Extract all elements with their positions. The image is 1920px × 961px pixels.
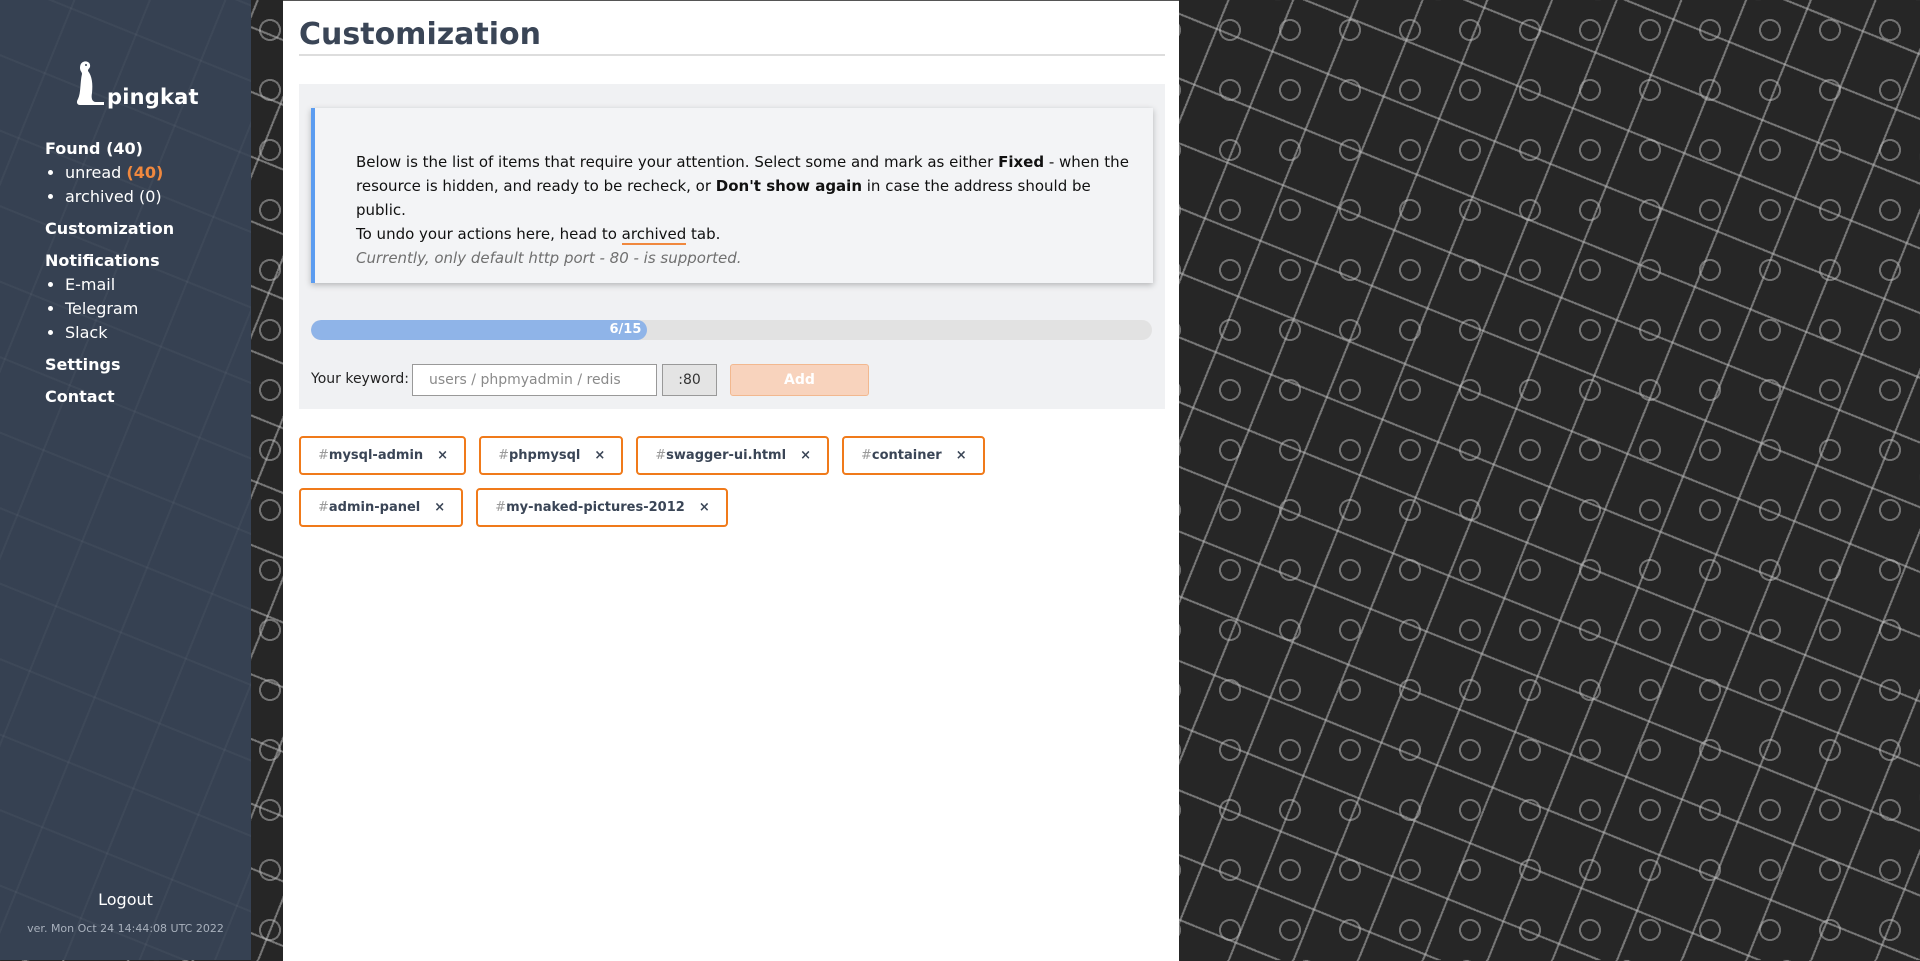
brand-logo[interactable]: pingkat: [74, 60, 199, 110]
close-icon[interactable]: ×: [699, 500, 710, 515]
sidebar-item-unread[interactable]: unread (40): [65, 161, 245, 185]
notifications-sublist: E-mail Telegram Slack: [45, 273, 245, 345]
logout-link[interactable]: Logout: [0, 890, 251, 909]
progress-bar: 6/15: [311, 320, 1152, 340]
page-title: Customization: [299, 17, 542, 52]
customization-panel: Below is the list of items that require …: [299, 84, 1165, 409]
tag-name: admin-panel: [328, 500, 421, 515]
add-keyword-button[interactable]: Add: [730, 364, 869, 396]
keyword-tag: #container ×: [841, 436, 985, 475]
keyword-tag: #mysql-admin ×: [299, 436, 467, 475]
close-icon[interactable]: ×: [800, 448, 811, 463]
brand-name: pingkat: [107, 85, 199, 109]
title-divider: [299, 54, 1165, 56]
info-notice: Below is the list of items that require …: [311, 108, 1153, 283]
sidebar-item-found[interactable]: Found (40): [45, 137, 245, 161]
tag-hash: #: [495, 500, 507, 515]
meerkat-logo-icon: [76, 61, 104, 105]
tag-hash: #: [860, 448, 872, 463]
tag-name: container: [871, 448, 942, 463]
close-icon[interactable]: ×: [594, 448, 605, 463]
tag-hash: #: [498, 448, 509, 463]
tag-name: my-naked-pictures-2012: [506, 500, 685, 515]
sidebar-item-label: unread: [65, 163, 122, 182]
sidebar-item-telegram[interactable]: Telegram: [65, 297, 245, 321]
notice-port-note: Currently, only default http port - 80 -…: [356, 249, 742, 267]
sidebar: pingkat Found (40) unread (40) archived …: [0, 0, 251, 960]
found-count: (40): [106, 139, 143, 158]
sidebar-item-notifications[interactable]: Notifications: [45, 249, 245, 273]
keyword-tag: #swagger-ui.html ×: [636, 436, 829, 475]
sidebar-item-label: Found: [45, 139, 101, 158]
notice-text-part: Below is the list of items that require …: [356, 153, 999, 171]
sidebar-item-customization[interactable]: Customization: [45, 217, 245, 241]
found-sublist: unread (40) archived (0): [45, 161, 245, 209]
tag-name: mysql-admin: [328, 448, 424, 463]
port-badge: :80: [662, 364, 717, 396]
close-icon[interactable]: ×: [956, 448, 967, 463]
keyword-input[interactable]: [412, 364, 657, 396]
sidebar-item-archived[interactable]: archived (0): [65, 185, 245, 209]
tag-name: phpmysql: [508, 448, 581, 463]
notice-text: Below is the list of items that require …: [356, 150, 1136, 270]
sidebar-item-settings[interactable]: Settings: [45, 353, 245, 377]
keyword-form: Your keyword: :80 Add: [311, 364, 1156, 396]
close-icon[interactable]: ×: [437, 448, 448, 463]
archived-count: (0): [138, 187, 162, 206]
tag-hash: #: [318, 500, 329, 515]
main-content: Customization Below is the list of items…: [283, 0, 1179, 961]
unread-count: (40): [126, 163, 164, 182]
keyword-tag: #phpmysql ×: [479, 436, 624, 475]
sidebar-item-label: archived: [65, 187, 134, 206]
close-icon[interactable]: ×: [434, 500, 445, 515]
sidebar-item-email[interactable]: E-mail: [65, 273, 245, 297]
sidebar-nav: Found (40) unread (40) archived (0) Cust…: [45, 137, 245, 409]
notice-text-part: To undo your actions here, head to: [356, 225, 622, 243]
tag-hash: #: [318, 448, 329, 463]
notice-dont-show-label: Don't show again: [715, 177, 862, 195]
tag-name: swagger-ui.html: [666, 448, 787, 463]
keyword-tag: #my-naked-pictures-2012 ×: [476, 488, 728, 527]
keyword-tag: #admin-panel ×: [299, 488, 464, 527]
notice-fixed-label: Fixed: [998, 153, 1045, 171]
sidebar-item-contact[interactable]: Contact: [45, 385, 245, 409]
sidebar-item-slack[interactable]: Slack: [65, 321, 245, 345]
tag-hash: #: [655, 448, 667, 463]
version-text: ver. Mon Oct 24 14:44:08 UTC 2022: [27, 922, 224, 935]
notice-text-part: tab.: [686, 225, 721, 243]
progress-label: 6/15: [609, 322, 642, 337]
archived-tab-link[interactable]: archived: [621, 225, 687, 245]
keyword-tags: #mysql-admin × #phpmysql × #swagger-ui.htm…: [299, 436, 1169, 540]
keyword-label: Your keyword:: [311, 371, 409, 387]
